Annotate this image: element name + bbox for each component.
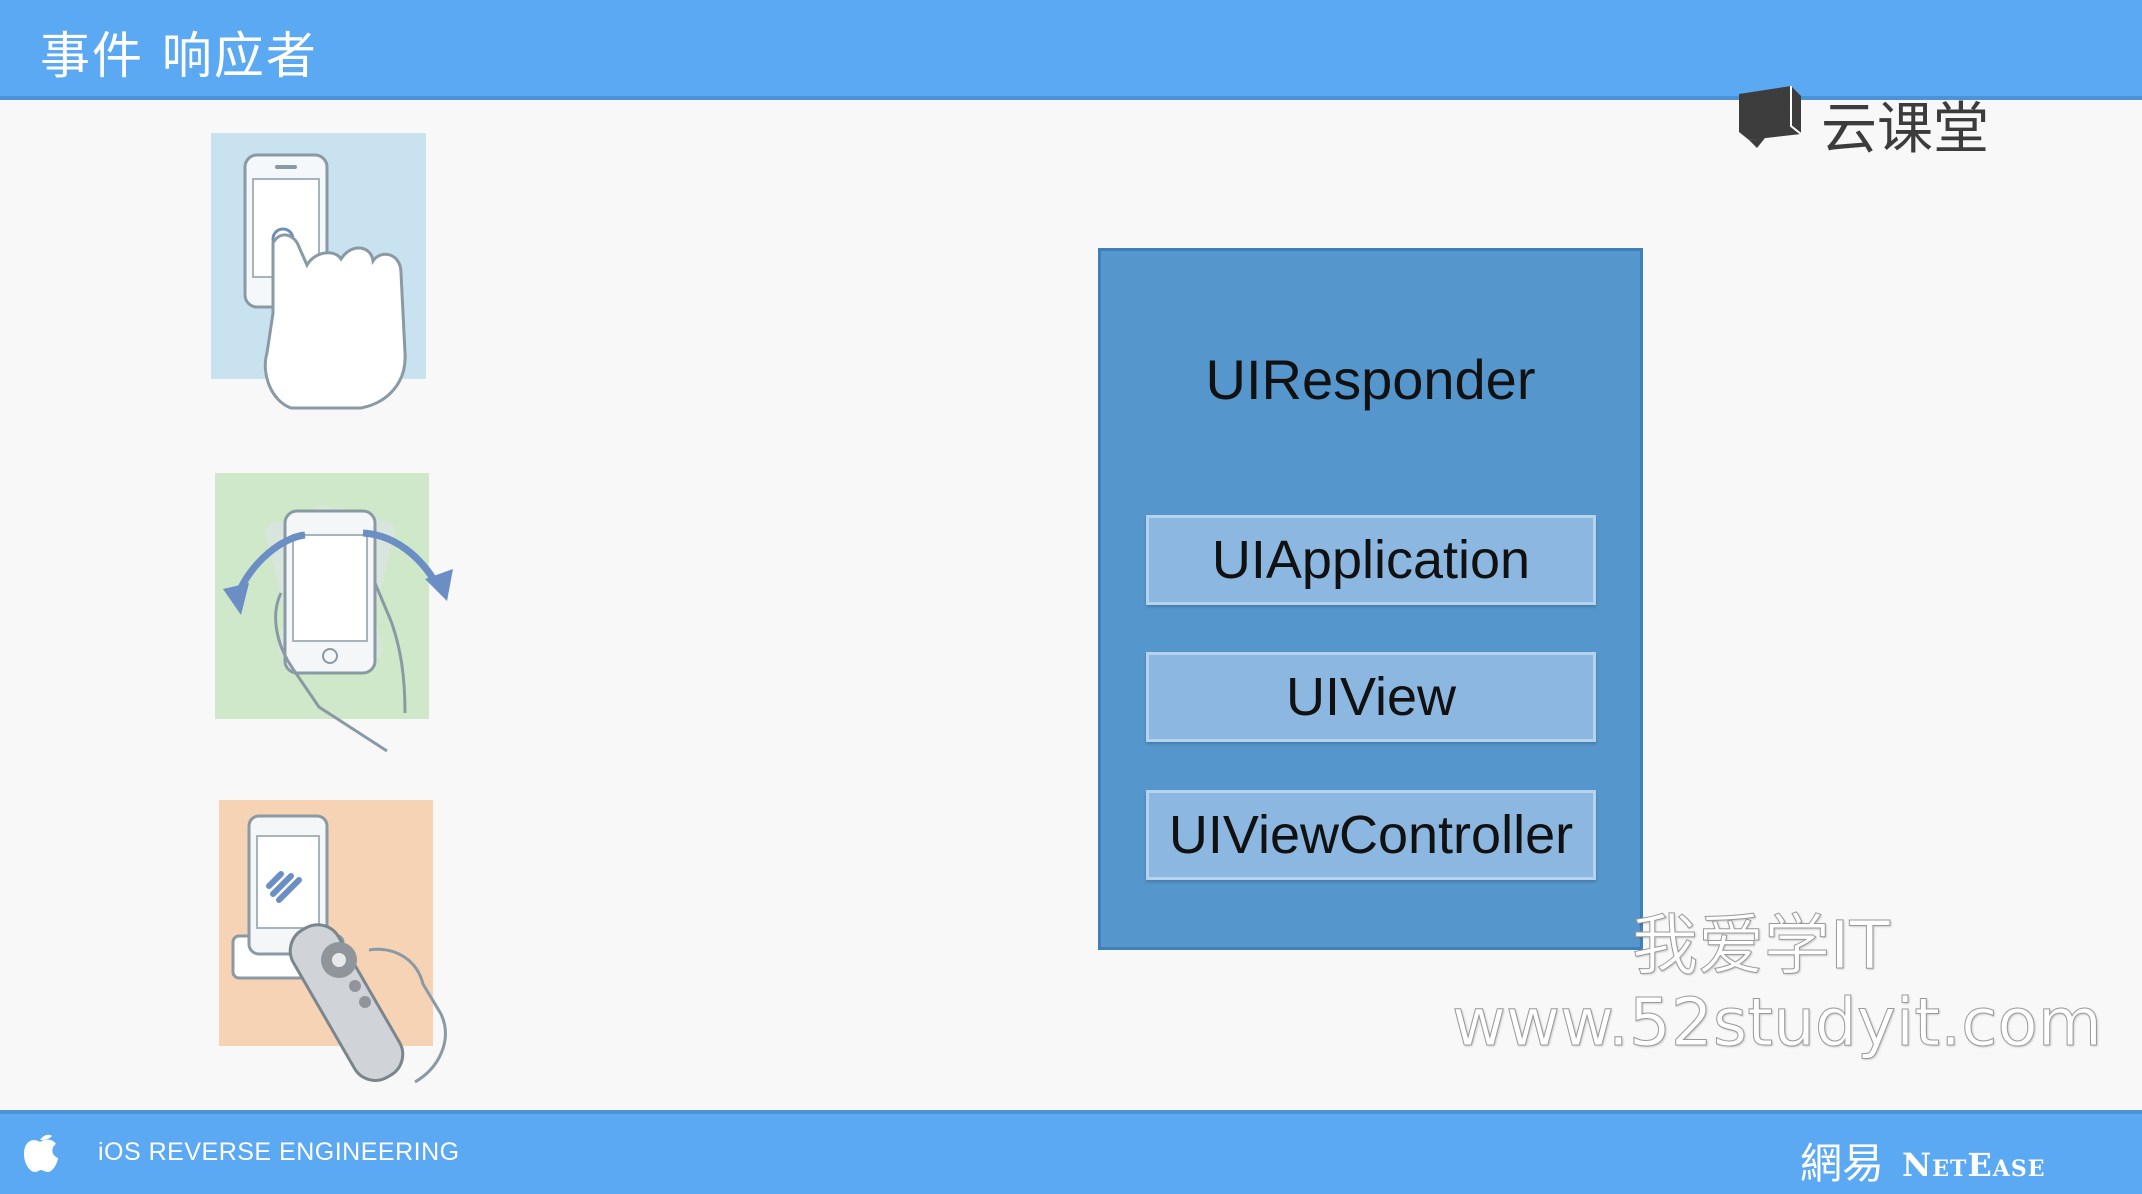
yunketang-logo-text: 云课堂 bbox=[1821, 97, 1989, 162]
uiviewcontroller-box: UIViewController bbox=[1146, 790, 1596, 880]
yunketang-book-icon bbox=[1739, 86, 1802, 148]
uiresponder-box: UIResponder UIApplication UIView UIViewC… bbox=[1098, 248, 1643, 950]
yunketang-logo: 云课堂 bbox=[1735, 80, 2005, 162]
page-title: 事件 响应者 bbox=[40, 27, 318, 85]
shake-phone-icon bbox=[215, 473, 453, 753]
footer-course-title: iOS REVERSE ENGINEERING bbox=[98, 1138, 460, 1166]
remote-control-icon bbox=[219, 800, 447, 1084]
watermark-url: www.52studyit.com bbox=[1451, 984, 2103, 1062]
uiapplication-box: UIApplication bbox=[1146, 515, 1596, 605]
netease-logo-en: NetEase bbox=[1902, 1146, 2046, 1184]
motion-illustration bbox=[215, 473, 465, 763]
footer-bar: iOS REVERSE ENGINEERING 網易 NetEase bbox=[0, 1110, 2142, 1194]
touch-illustration bbox=[211, 133, 431, 413]
remote-illustration bbox=[219, 800, 469, 1090]
apple-logo-icon bbox=[24, 1134, 58, 1172]
watermark-title: 我爱学IT bbox=[1632, 907, 1891, 985]
uiview-box: UIView bbox=[1146, 652, 1596, 742]
uiresponder-title: UIResponder bbox=[1205, 348, 1536, 411]
netease-logo-cn: 網易 bbox=[1800, 1139, 1885, 1188]
touch-hand-icon bbox=[211, 133, 426, 410]
